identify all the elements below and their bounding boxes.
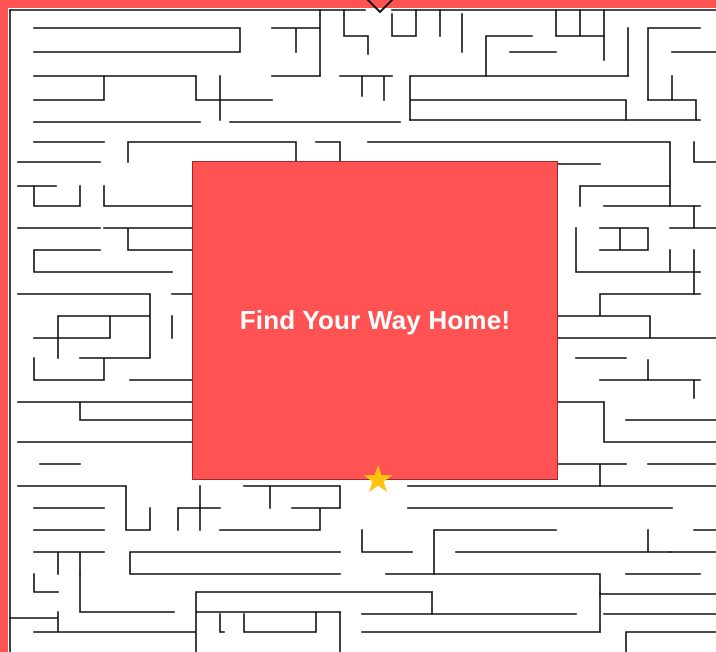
puzzle-title: Find Your Way Home!: [239, 305, 511, 335]
maze-border-left: [0, 0, 8, 652]
title-panel: Find Your Way Home!: [192, 161, 558, 480]
maze-border-top: [0, 0, 716, 8]
maze-board[interactable]: Find Your Way Home! ★: [0, 0, 716, 652]
star-icon[interactable]: ★: [359, 460, 397, 498]
